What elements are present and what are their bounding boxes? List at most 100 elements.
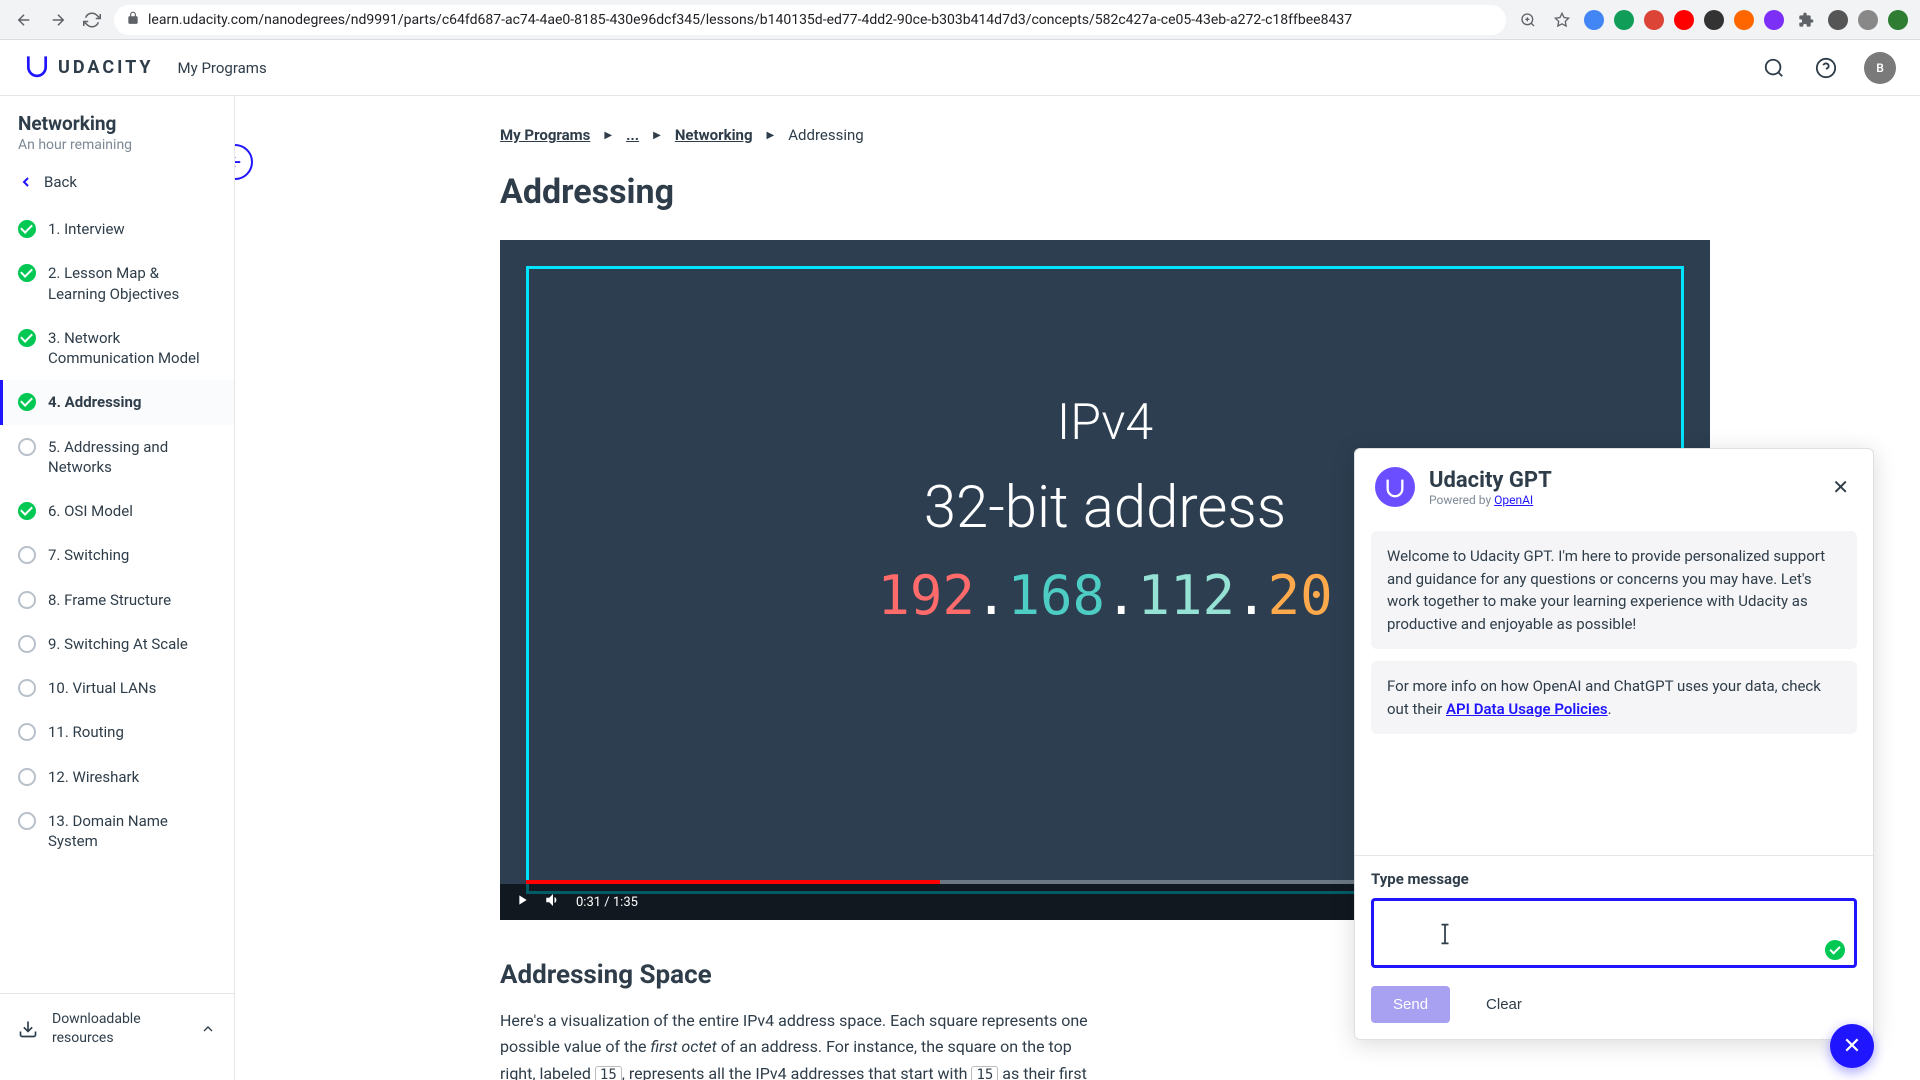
browser-toolbar: learn.udacity.com/nanodegrees/nd9991/par… — [0, 0, 1920, 40]
circle-icon — [18, 438, 36, 456]
sidebar-item[interactable]: 6. OSI Model — [0, 489, 234, 533]
breadcrumb-ellipsis[interactable]: ... — [626, 126, 639, 144]
sidebar-item[interactable]: 4. Addressing — [0, 380, 234, 424]
sidebar-item[interactable]: 9. Switching At Scale — [0, 622, 234, 666]
sidebar-item[interactable]: 8. Frame Structure — [0, 578, 234, 622]
play-icon[interactable] — [514, 892, 530, 912]
sidebar-item-label: 6. OSI Model — [48, 501, 133, 521]
sidebar-item-label: 8. Frame Structure — [48, 590, 171, 610]
url-bar[interactable]: learn.udacity.com/nanodegrees/nd9991/par… — [114, 5, 1506, 35]
main-content: My Programs ▶ ... ▶ Networking ▶ Address… — [235, 96, 1920, 1080]
circle-icon — [18, 591, 36, 609]
sidebar-item-label: 13. Domain Name System — [48, 811, 216, 852]
send-button[interactable]: Send — [1371, 986, 1450, 1023]
download-icon — [18, 1019, 38, 1039]
chat-message: Welcome to Udacity GPT. I'm here to prov… — [1371, 531, 1857, 649]
extension-icon[interactable] — [1644, 10, 1664, 30]
time-remaining: An hour remaining — [18, 137, 216, 153]
sidebar-item[interactable]: 12. Wireshark — [0, 755, 234, 799]
extension-icon[interactable] — [1764, 10, 1784, 30]
my-programs-link[interactable]: My Programs — [178, 59, 267, 77]
sidebar-item-label: 12. Wireshark — [48, 767, 139, 787]
browser-extensions — [1516, 8, 1908, 32]
circle-icon — [18, 768, 36, 786]
sidebar-item-label: 4. Addressing — [48, 392, 141, 412]
sidebar-item-label: 2. Lesson Map & Learning Objectives — [48, 263, 216, 304]
extension-icon[interactable] — [1704, 10, 1724, 30]
chat-title: Udacity GPT — [1429, 468, 1552, 493]
chevron-right-icon: ▶ — [767, 130, 775, 141]
breadcrumb-my-programs[interactable]: My Programs — [500, 126, 590, 144]
downloadable-resources[interactable]: Downloadable resources — [0, 993, 234, 1064]
search-icon[interactable] — [1760, 54, 1788, 82]
chat-avatar-icon — [1375, 467, 1415, 507]
check-icon — [18, 502, 36, 520]
body-paragraph: Here's a visualization of the entire IPv… — [500, 1008, 1090, 1080]
sidebar-item[interactable]: 1. Interview — [0, 207, 234, 251]
page-title: Addressing — [500, 172, 1655, 212]
chevron-right-icon: ▶ — [604, 130, 612, 141]
logo-icon — [24, 52, 50, 83]
sidebar-item-label: 7. Switching — [48, 545, 129, 565]
check-icon — [18, 220, 36, 238]
chat-powered-by: Powered by OpenAI — [1429, 493, 1552, 507]
back-label: Back — [44, 173, 77, 191]
breadcrumb-networking[interactable]: Networking — [675, 126, 753, 144]
sidebar-item[interactable]: 10. Virtual LANs — [0, 666, 234, 710]
chat-input[interactable] — [1371, 898, 1857, 968]
sidebar-item[interactable]: 11. Routing — [0, 710, 234, 754]
sidebar-item-label: 9. Switching At Scale — [48, 634, 188, 654]
circle-icon — [18, 812, 36, 830]
circle-icon — [18, 635, 36, 653]
extension-icon[interactable] — [1858, 10, 1878, 30]
udacity-logo[interactable]: UDACITY — [24, 52, 154, 83]
check-icon — [18, 329, 36, 347]
chat-fab-close[interactable]: ✕ — [1830, 1024, 1874, 1068]
circle-icon — [18, 679, 36, 697]
chevron-up-icon — [200, 1021, 216, 1037]
chevron-left-icon — [18, 174, 34, 190]
circle-icon — [18, 723, 36, 741]
extensions-icon[interactable] — [1794, 8, 1818, 32]
volume-icon[interactable] — [544, 891, 562, 913]
chat-input-area: Type message Send Clear — [1355, 855, 1873, 1039]
app-header: UDACITY My Programs B — [0, 40, 1920, 96]
check-icon — [18, 264, 36, 282]
lock-icon — [126, 11, 140, 29]
sidebar-back-button[interactable]: Back — [0, 161, 234, 207]
course-header: Networking An hour remaining — [0, 112, 234, 161]
chevron-right-icon: ▶ — [653, 130, 661, 141]
chat-input-label: Type message — [1371, 870, 1857, 888]
sidebar-item[interactable]: 13. Domain Name System — [0, 799, 234, 864]
clear-button[interactable]: Clear — [1464, 986, 1544, 1023]
video-text-ipv4: IPv4 — [1057, 394, 1153, 452]
sidebar-item[interactable]: 3. Network Communication Model — [0, 316, 234, 381]
sidebar-item[interactable]: 2. Lesson Map & Learning Objectives — [0, 251, 234, 316]
back-icon[interactable] — [12, 8, 36, 32]
url-text: learn.udacity.com/nanodegrees/nd9991/par… — [148, 12, 1352, 28]
api-policies-link[interactable]: API Data Usage Policies — [1446, 700, 1608, 718]
user-avatar[interactable]: B — [1864, 52, 1896, 84]
close-icon[interactable]: ✕ — [1828, 471, 1853, 503]
openai-link[interactable]: OpenAI — [1494, 493, 1533, 507]
video-text-32bit: 32-bit address — [924, 474, 1286, 542]
video-ip-address: 192.168.112.20 — [877, 564, 1332, 627]
video-time: 0:31 / 1:35 — [576, 895, 638, 910]
extension-icon[interactable] — [1674, 10, 1694, 30]
zoom-icon[interactable] — [1516, 8, 1540, 32]
input-status-icon — [1825, 940, 1845, 960]
extension-icon[interactable] — [1614, 10, 1634, 30]
extension-icon[interactable] — [1734, 10, 1754, 30]
extension-icon[interactable] — [1584, 10, 1604, 30]
udacity-gpt-panel: Udacity GPT Powered by OpenAI ✕ Welcome … — [1354, 448, 1874, 1040]
circle-icon — [18, 546, 36, 564]
profile-icon[interactable] — [1888, 10, 1908, 30]
sidebar-item[interactable]: 5. Addressing and Networks — [0, 425, 234, 490]
forward-icon[interactable] — [46, 8, 70, 32]
sidebar-item[interactable]: 7. Switching — [0, 533, 234, 577]
extension-icon[interactable] — [1828, 10, 1848, 30]
help-icon[interactable] — [1812, 54, 1840, 82]
reload-icon[interactable] — [80, 8, 104, 32]
star-icon[interactable] — [1550, 8, 1574, 32]
lesson-sidebar: Networking An hour remaining Back 1. Int… — [0, 96, 235, 1080]
